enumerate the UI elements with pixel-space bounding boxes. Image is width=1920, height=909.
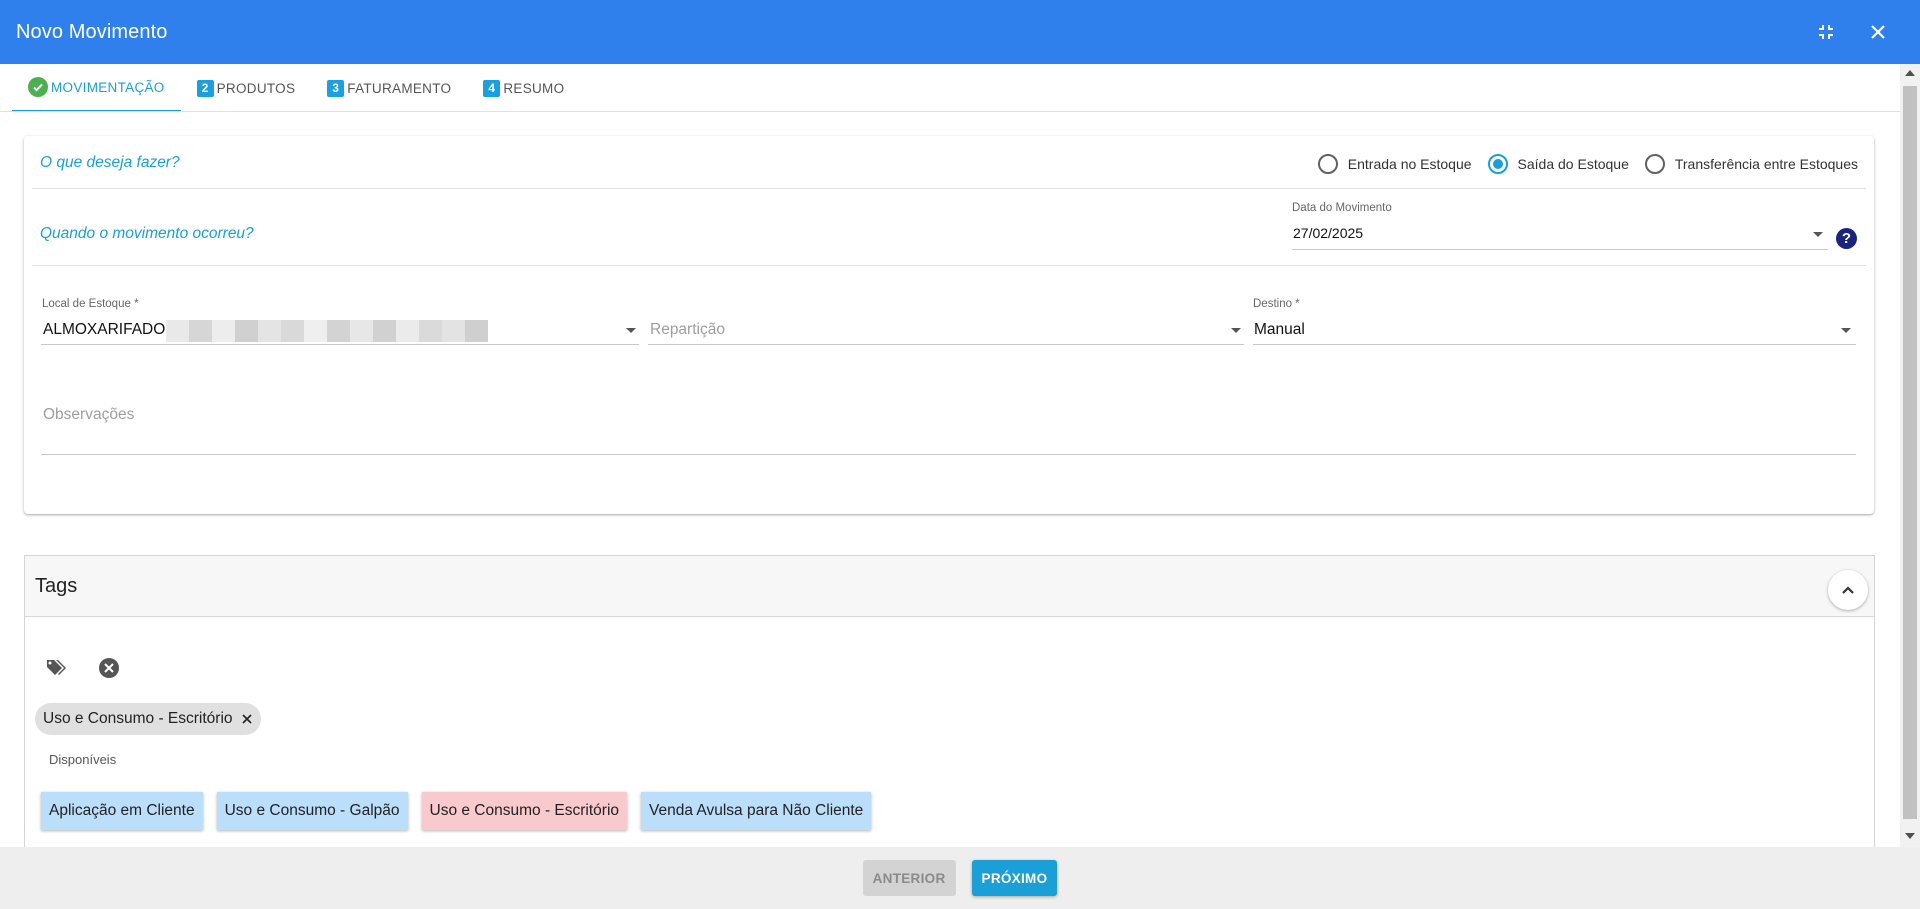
date-dropdown-caret[interactable] — [1813, 232, 1823, 237]
chevron-up-icon — [1842, 586, 1854, 594]
movement-form-card: O que deseja fazer? Entrada no Estoque S… — [24, 136, 1874, 514]
observacoes-input[interactable]: Observações — [43, 406, 134, 424]
tab-faturamento[interactable]: 3 FATURAMENTO — [311, 64, 467, 112]
tab-label: PRODUTOS — [216, 80, 296, 96]
tag-aplicacao-em-cliente[interactable]: Aplicação em Cliente — [41, 792, 203, 830]
tab-label: FATURAMENTO — [347, 80, 452, 96]
local-estoque-caret[interactable] — [626, 328, 636, 333]
minimize-icon[interactable] — [1814, 20, 1838, 44]
destino-caret[interactable] — [1841, 328, 1851, 333]
observacoes-underline — [41, 454, 1856, 455]
tab-label: MOVIMENTAÇÃO — [51, 79, 165, 95]
destino-underline — [1253, 344, 1856, 345]
dialog-title: Novo Movimento — [16, 20, 168, 43]
close-icon[interactable] — [1866, 20, 1890, 44]
radio-transferencia[interactable]: Transferência entre Estoques — [1644, 154, 1858, 174]
reparticao-select[interactable]: Repartição — [650, 321, 725, 339]
check-circle-icon — [28, 77, 48, 97]
step-tabs: MOVIMENTAÇÃO 2 PRODUTOS 3 FATURAMENTO 4 … — [12, 64, 580, 112]
clear-tags-icon[interactable] — [97, 656, 121, 680]
step-number-badge: 4 — [483, 79, 501, 97]
question-action: O que deseja fazer? — [40, 154, 180, 171]
step-number-badge: 3 — [327, 79, 345, 97]
date-input[interactable]: 27/02/2025 — [1293, 225, 1363, 241]
previous-button[interactable]: ANTERIOR — [862, 860, 956, 896]
radio-circle[interactable] — [1487, 154, 1508, 174]
redacted-text — [166, 320, 488, 342]
collapse-button[interactable] — [1828, 570, 1868, 610]
remove-tag-icon[interactable] — [239, 711, 255, 727]
chip-label: Uso e Consumo - Escritório — [43, 710, 233, 727]
selected-tag-chip[interactable]: Uso e Consumo - Escritório — [35, 703, 261, 735]
destino-select[interactable]: Manual — [1254, 321, 1305, 339]
date-label: Data do Movimento — [1292, 202, 1392, 214]
tag-tools — [45, 656, 149, 680]
help-icon[interactable]: ? — [1836, 228, 1857, 249]
dialog-header: Novo Movimento — [0, 0, 1920, 64]
dialog-footer: ANTERIOR PRÓXIMO — [0, 847, 1920, 909]
scroll-up-arrow-icon[interactable] — [1905, 70, 1915, 76]
tab-resumo[interactable]: 4 RESUMO — [467, 64, 580, 112]
next-button[interactable]: PRÓXIMO — [971, 860, 1058, 896]
local-estoque-select[interactable]: ALMOXARIFADO | — [43, 321, 174, 339]
tab-produtos[interactable]: 2 PRODUTOS — [181, 64, 312, 112]
dialog-content: MOVIMENTAÇÃO 2 PRODUTOS 3 FATURAMENTO 4 … — [0, 64, 1900, 847]
tab-movimentacao[interactable]: MOVIMENTAÇÃO — [12, 64, 181, 112]
radio-label: Saída do Estoque — [1517, 156, 1629, 172]
question-when: Quando o movimento ocorreu? — [40, 225, 254, 242]
scroll-thumb[interactable] — [1903, 86, 1917, 819]
radio-entrada[interactable]: Entrada no Estoque — [1317, 154, 1472, 174]
section-divider — [32, 265, 1866, 266]
radio-saida[interactable]: Saída do Estoque — [1487, 154, 1629, 174]
local-estoque-underline — [41, 344, 639, 345]
radio-label: Transferência entre Estoques — [1674, 156, 1858, 172]
movement-type-radio-group: Entrada no Estoque Saída do Estoque Tran… — [1302, 152, 1858, 176]
scroll-down-arrow-icon[interactable] — [1905, 833, 1915, 839]
reparticao-underline — [648, 344, 1244, 345]
tabs-divider — [0, 111, 1900, 112]
step-number-badge: 2 — [196, 79, 214, 97]
vertical-scrollbar[interactable] — [1900, 64, 1920, 847]
reparticao-caret[interactable] — [1231, 328, 1241, 333]
tags-header: Tags — [25, 556, 1874, 617]
available-tags-list: Aplicação em Cliente Uso e Consumo - Gal… — [41, 792, 885, 830]
radio-circle[interactable] — [1644, 154, 1665, 174]
available-tags-label: Disponíveis — [49, 752, 117, 767]
tags-panel: Tags Uso e Consumo - Escritório Disponív… — [24, 555, 1875, 847]
tab-label: RESUMO — [503, 80, 565, 96]
radio-label: Entrada no Estoque — [1347, 156, 1472, 172]
date-underline — [1292, 249, 1828, 250]
radio-circle[interactable] — [1317, 154, 1338, 174]
tag-venda-avulsa[interactable]: Venda Avulsa para Não Cliente — [641, 792, 872, 830]
tag-uso-consumo-galpao[interactable]: Uso e Consumo - Galpão — [216, 792, 408, 830]
tags-title: Tags — [35, 574, 78, 597]
local-estoque-label: Local de Estoque * — [42, 298, 139, 310]
destino-label: Destino * — [1253, 298, 1300, 310]
tag-uso-consumo-escritorio[interactable]: Uso e Consumo - Escritório — [421, 792, 628, 830]
tags-icon[interactable] — [45, 656, 69, 680]
section-divider — [32, 188, 1866, 189]
